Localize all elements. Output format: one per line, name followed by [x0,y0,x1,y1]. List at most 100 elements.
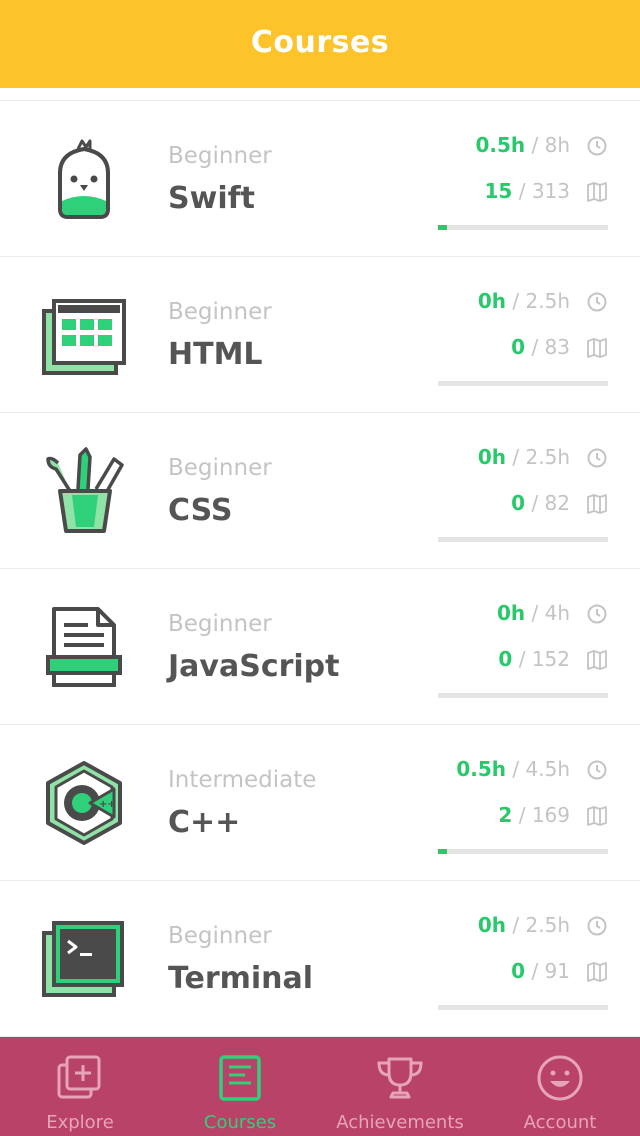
html-layout-icon [38,289,130,381]
stat-separator: / [512,757,520,781]
stat-separator: / [518,647,526,671]
time-stat: 0.5h / 4.5h [456,757,570,781]
course-name: C++ [168,805,241,840]
progress-bar [438,693,608,698]
time-total: 2.5h [525,289,570,313]
course-level: Beginner [168,611,272,637]
stat-separator: / [518,803,526,827]
lessons-done: 2 [498,803,513,827]
stat-separator: / [518,179,526,203]
lessons-total: 313 [531,179,570,203]
tab-courses[interactable]: Courses [160,1037,320,1136]
time-stat: 0h / 2.5h [478,445,570,469]
lessons-stat: 15 / 313 [485,179,571,203]
clock-icon [586,135,608,157]
cpp-hexagon-icon: ++ [38,757,130,849]
stat-separator: / [531,335,539,359]
clock-icon [586,447,608,469]
tab-label: Account [523,1112,597,1133]
course-row-swift[interactable]: Beginner Swift 0.5h / 8h 15 / 313 [0,101,640,257]
lessons-total: 91 [544,959,570,983]
course-name: Swift [168,181,255,216]
progress-bar [438,225,608,230]
time-stat: 0h / 2.5h [478,289,570,313]
lessons-stat: 0 / 91 [511,959,570,983]
time-done: 0h [477,913,507,937]
lessons-stat: 0 / 82 [511,491,570,515]
clock-icon [586,915,608,937]
course-name: CSS [168,493,233,528]
course-name: JavaScript [168,649,340,684]
time-total: 8h [544,133,570,157]
lessons-stat: 2 / 169 [498,803,570,827]
course-row-terminal[interactable]: Beginner Terminal 0h / 2.5h 0 / 91 [0,881,640,1037]
header-bar: Courses [0,0,640,88]
lessons-total: 83 [544,335,570,359]
tab-achievements[interactable]: Achievements [320,1037,480,1136]
time-stat: 0.5h / 8h [475,133,570,157]
course-level: Intermediate [168,767,317,793]
tab-label: Achievements [336,1112,464,1133]
time-done: 0h [477,289,507,313]
terminal-window-icon [38,913,130,1005]
course-level: Beginner [168,923,272,949]
progress-fill [438,225,447,230]
javascript-document-icon [38,601,130,693]
course-level: Beginner [168,455,272,481]
stat-separator: / [512,445,520,469]
progress-bar [438,381,608,386]
css-brush-cup-icon [38,445,130,537]
courses-notes-icon [213,1051,267,1105]
tab-account[interactable]: Account [480,1037,640,1136]
book-icon [586,649,608,671]
course-row-html[interactable]: Beginner HTML 0h / 2.5h 0 / 83 [0,257,640,413]
tab-explore[interactable]: Explore [0,1037,160,1136]
tab-label: Courses [203,1112,277,1133]
time-stat: 0h / 4h [497,601,570,625]
lessons-total: 152 [531,647,570,671]
book-icon [586,805,608,827]
stat-separator: / [531,491,539,515]
book-icon [586,337,608,359]
stat-separator: / [512,913,520,937]
time-done: 0.5h [475,133,526,157]
time-done: 0.5h [456,757,507,781]
course-list[interactable]: Beginner Swift 0.5h / 8h 15 / 313 Beginn… [0,100,640,1038]
lessons-done: 0 [511,959,526,983]
stat-separator: / [512,289,520,313]
lessons-done: 0 [498,647,513,671]
tab-label: Explore [46,1112,114,1133]
trophy-icon [373,1051,427,1105]
lessons-stat: 0 / 83 [511,335,570,359]
course-row-cpp[interactable]: ++ Intermediate C++ 0.5h / 4.5h 2 / 169 [0,725,640,881]
book-icon [586,181,608,203]
time-stat: 0h / 2.5h [478,913,570,937]
course-level: Beginner [168,143,272,169]
time-total: 2.5h [525,913,570,937]
book-icon [586,961,608,983]
course-name: HTML [168,337,263,372]
progress-bar [438,849,608,854]
explore-add-icon [53,1051,107,1105]
svg-text:++: ++ [99,799,116,810]
app-screen: Courses Beginner Swift 0.5h / 8h 15 / 31… [0,0,640,1136]
lessons-stat: 0 / 152 [498,647,570,671]
stat-separator: / [531,133,539,157]
progress-bar [438,537,608,542]
course-level: Beginner [168,299,272,325]
time-total: 4h [544,601,570,625]
course-row-css[interactable]: Beginner CSS 0h / 2.5h 0 / 82 [0,413,640,569]
course-row-javascript[interactable]: Beginner JavaScript 0h / 4h 0 / 152 [0,569,640,725]
course-name: Terminal [168,961,314,996]
clock-icon [586,291,608,313]
time-done: 0h [496,601,526,625]
time-total: 4.5h [525,757,570,781]
progress-bar [438,1005,608,1010]
time-total: 2.5h [525,445,570,469]
tab-bar: Explore Courses Achievements Account [0,1037,640,1136]
clock-icon [586,759,608,781]
lessons-done: 15 [484,179,513,203]
swift-bird-icon [38,133,130,225]
lessons-done: 0 [511,491,526,515]
clock-icon [586,603,608,625]
